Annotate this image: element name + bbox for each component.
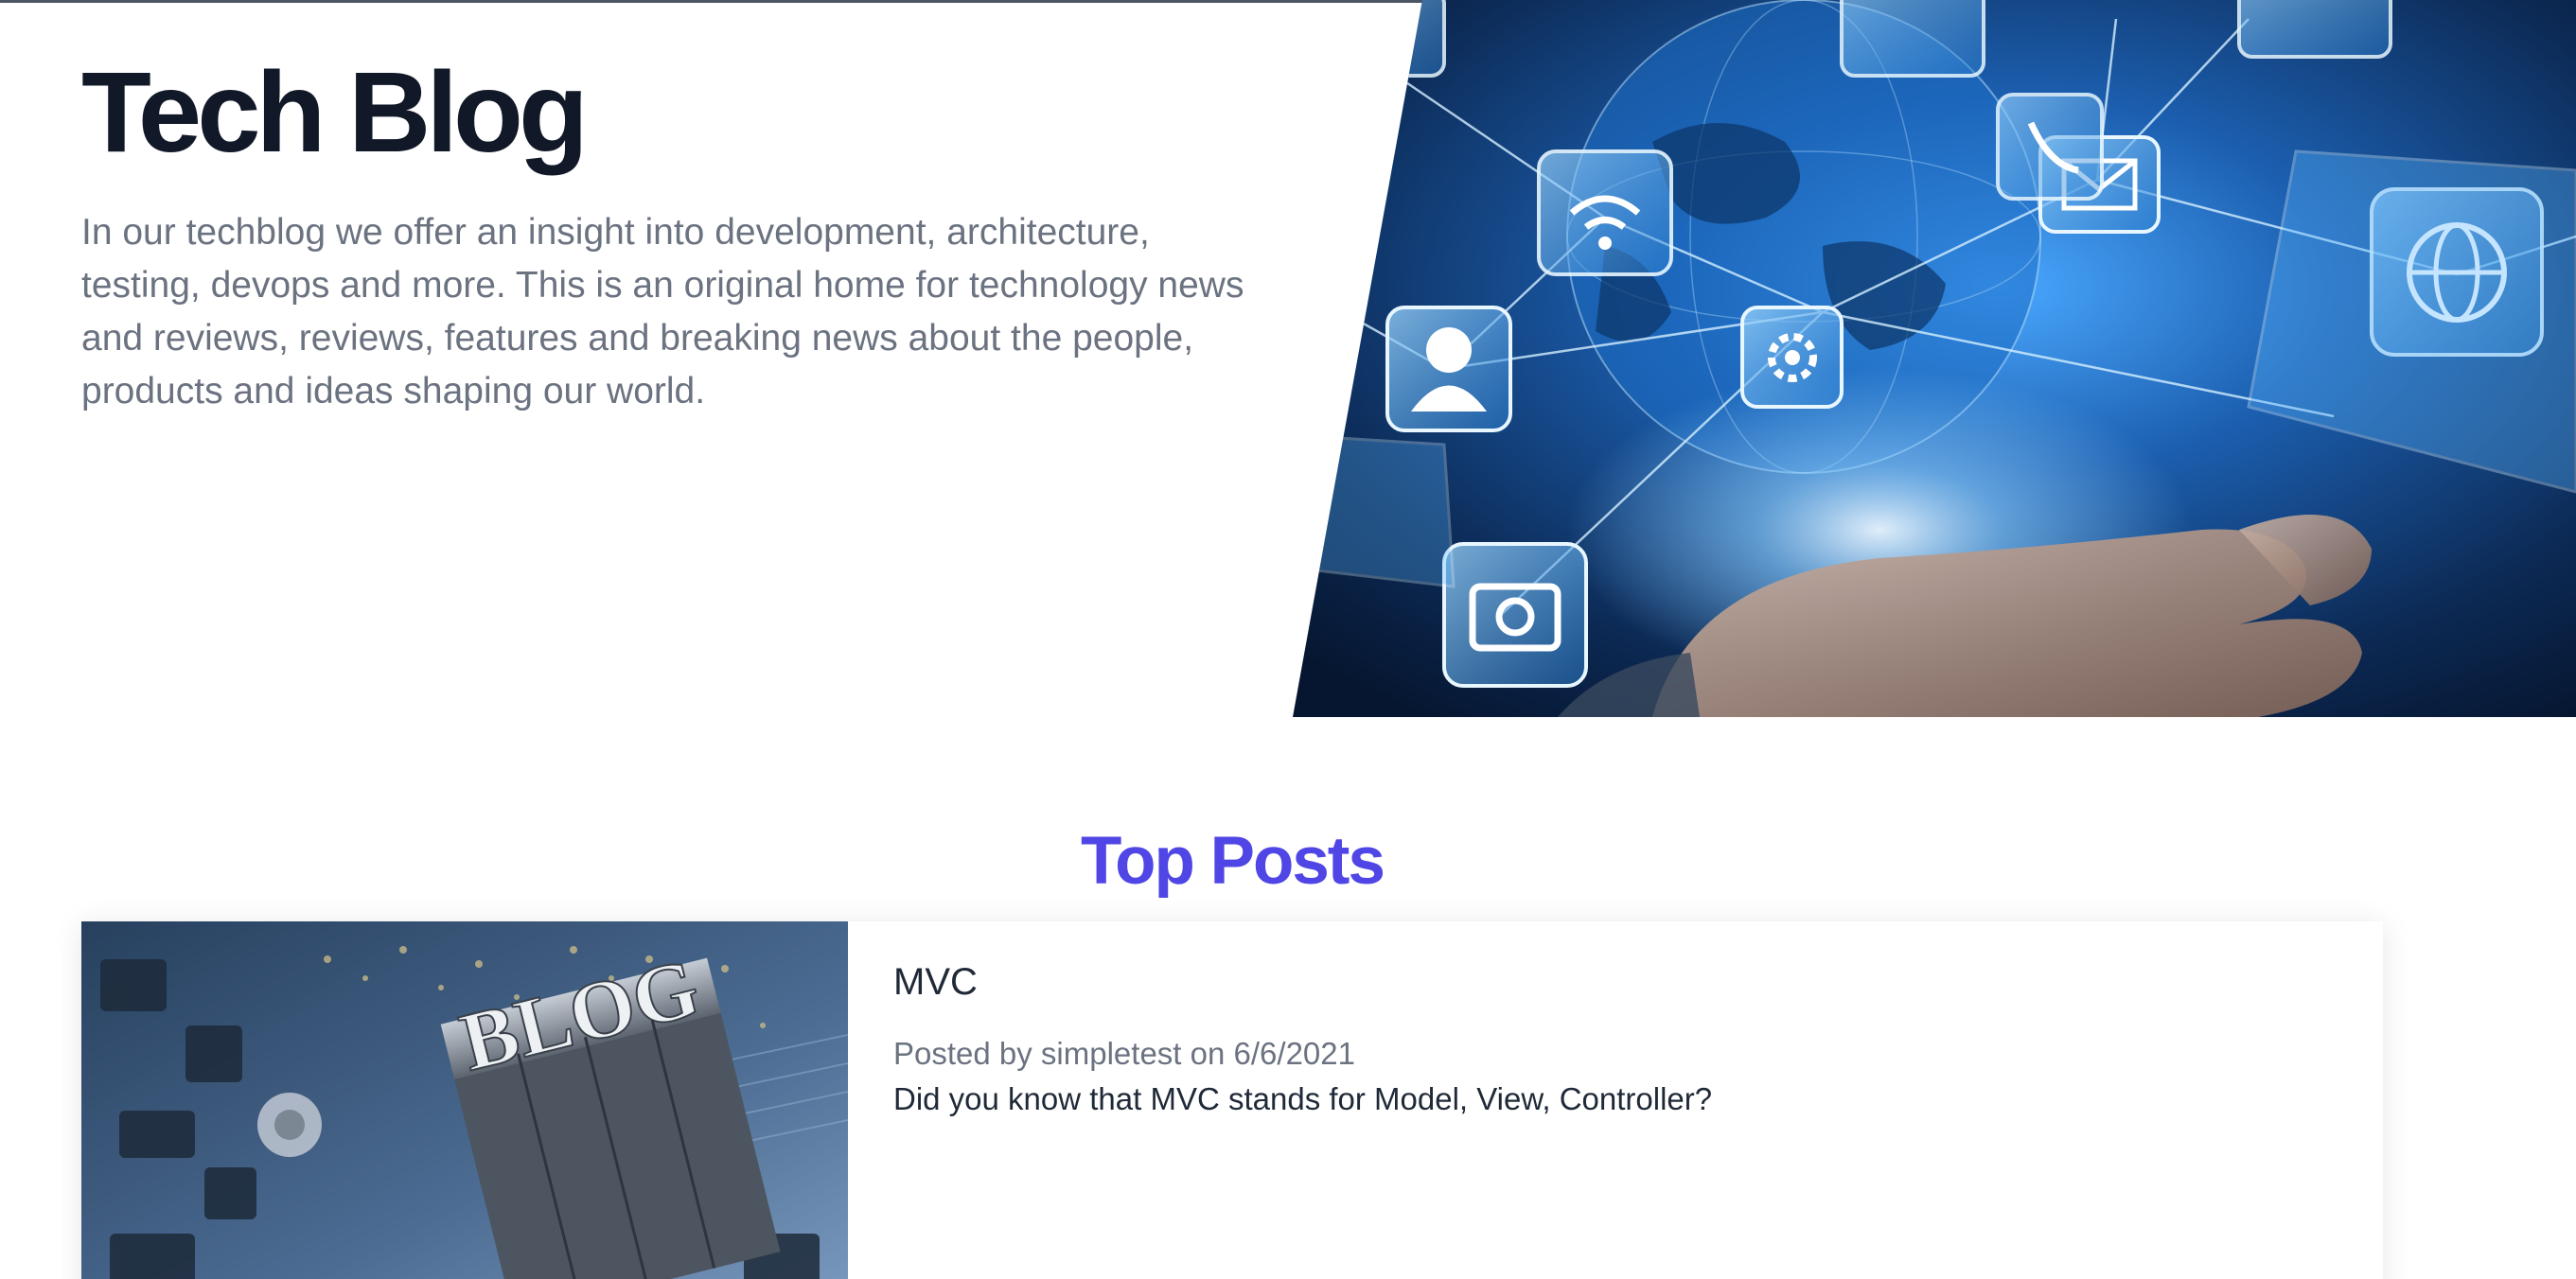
page: Tech Blog In our techblog we offer an in… [0, 0, 2576, 1279]
post-card[interactable]: BLOG MVC Posted by simpletest on 6/6/202… [81, 921, 2383, 1279]
post-excerpt: Did you know that MVC stands for Model, … [893, 1081, 1713, 1116]
hero-image [1293, 0, 2576, 717]
post-meta: Posted by simpletest on 6/6/2021 [893, 1036, 1355, 1071]
top-posts-title: Top Posts [1081, 824, 1385, 899]
blog-letterpress-image: BLOG [81, 921, 848, 1279]
post-thumbnail[interactable]: BLOG [81, 921, 848, 1279]
network-globe-hand-image [1293, 0, 2576, 717]
post-body: MVC Posted by simpletest on 6/6/2021 Did… [848, 921, 1712, 1279]
hero-text: Tech Blog In our techblog we offer an in… [81, 49, 1302, 418]
post-title[interactable]: MVC [893, 957, 1712, 1007]
hero-title: Tech Blog [81, 47, 589, 176]
hero-description: In our techblog we offer an insight into… [81, 212, 1244, 412]
